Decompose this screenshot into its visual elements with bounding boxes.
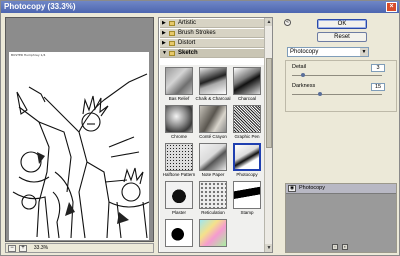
thumb-label: Conté Crayon	[199, 134, 227, 139]
expand-arrow-icon: ▶	[162, 20, 166, 26]
folder-distort[interactable]: ▶ Distort	[160, 39, 264, 48]
folder-label: Artistic	[178, 20, 196, 26]
thumb-graphic-pen[interactable]: Graphic Pen	[232, 105, 262, 141]
graphic-pen-icon	[233, 105, 261, 133]
collapse-arrow-icon: ▼	[162, 50, 167, 56]
filter-gallery: ▶ Artistic ▶ Brush Strokes ▶ Distort ▼ S…	[158, 17, 273, 253]
effect-layer-name: Photocopy	[299, 185, 325, 191]
close-icon[interactable]: ×	[386, 2, 397, 12]
settings-pane: « OK Reset Photocopy ▼ Detail 3 Darkness…	[281, 17, 399, 253]
effect-layers-panel: ◉ Photocopy ▫ ▪	[285, 183, 397, 253]
stamp-icon	[233, 181, 261, 209]
bas-relief-icon	[165, 67, 193, 95]
folder-artistic[interactable]: ▶ Artistic	[160, 19, 264, 28]
darkness-slider-thumb[interactable]	[317, 92, 322, 96]
thumb-halftone-pattern[interactable]: Halftone Pattern	[163, 143, 195, 179]
chevron-down-icon: ▼	[360, 48, 368, 56]
collapse-gallery-icon[interactable]: «	[284, 19, 291, 26]
folder-icon	[169, 41, 175, 46]
darkness-value[interactable]: 15	[371, 83, 385, 91]
filter-gallery-window: Photocopy (33.3%) × BUSTER Humphrey 1/4	[0, 0, 400, 256]
thumb-label: Reticulation	[201, 210, 225, 215]
thumb-conte-crayon[interactable]: Conté Crayon	[198, 105, 228, 141]
thumb-chrome[interactable]: Chrome	[164, 105, 194, 141]
torn-edges-icon	[165, 219, 193, 247]
water-paper-icon	[199, 219, 227, 247]
preview-pane[interactable]: BUSTER Humphrey 1/4	[5, 17, 154, 242]
thumb-stamp[interactable]: Stamp	[232, 181, 262, 217]
window-title: Photocopy (33.3%)	[4, 2, 76, 11]
thumb-label: Graphic Pen	[234, 134, 260, 139]
detail-label: Detail	[292, 64, 307, 70]
thumb-label: Halftone Pattern	[162, 172, 196, 177]
reticulation-icon	[199, 181, 227, 209]
new-effect-layer-icon[interactable]: ▫	[332, 244, 338, 250]
thumb-reticulation[interactable]: Reticulation	[198, 181, 228, 217]
folder-icon	[169, 31, 175, 36]
thumb-label: Bas Relief	[168, 96, 190, 101]
zoom-level[interactable]: 33.3%	[30, 245, 52, 252]
chalk-charcoal-icon	[199, 67, 227, 95]
halftone-pattern-icon	[165, 143, 193, 171]
chrome-icon	[165, 105, 193, 133]
thumb-water-paper[interactable]	[198, 219, 228, 252]
folder-icon	[169, 21, 175, 26]
effect-layer-row[interactable]: ◉ Photocopy	[286, 184, 396, 194]
thumb-plaster[interactable]: Plaster	[164, 181, 194, 217]
thumb-label: Plaster	[171, 210, 186, 215]
thumb-label: Chrome	[170, 134, 187, 139]
thumb-label: Chalk & Charcoal	[195, 96, 231, 101]
filter-select-value: Photocopy	[290, 49, 319, 55]
folder-open-icon	[169, 51, 175, 56]
note-paper-icon	[199, 143, 227, 171]
zoom-in-button[interactable]: +	[19, 245, 27, 252]
filter-parameters: Detail 3 Darkness 15	[285, 60, 397, 112]
charcoal-icon	[233, 67, 261, 95]
scroll-down-icon[interactable]: ▼	[265, 244, 272, 252]
gallery-scrollbar[interactable]: ▲ ▼	[264, 18, 272, 252]
title-bar: Photocopy (33.3%) ×	[1, 1, 399, 13]
detail-value[interactable]: 3	[371, 64, 385, 72]
zoom-out-button[interactable]: −	[8, 245, 16, 252]
zoom-bar: − + 33.3%	[5, 243, 154, 253]
detail-slider[interactable]	[292, 73, 382, 77]
thumb-note-paper[interactable]: Note Paper	[198, 143, 228, 179]
reset-button[interactable]: Reset	[317, 32, 367, 42]
folder-brush-strokes[interactable]: ▶ Brush Strokes	[160, 29, 264, 38]
scroll-thumb[interactable]	[266, 58, 272, 148]
image-caption: BUSTER Humphrey 1/4	[11, 53, 46, 57]
thumbnail-grid: Bas Relief Chalk & Charcoal Charcoal Chr…	[160, 65, 264, 252]
scroll-up-icon[interactable]: ▲	[265, 18, 272, 26]
plaster-icon	[165, 181, 193, 209]
expand-arrow-icon: ▶	[162, 30, 166, 36]
folder-sketch[interactable]: ▼ Sketch	[160, 49, 264, 58]
darkness-slider[interactable]	[292, 92, 382, 96]
thumb-photocopy[interactable]: Photocopy	[232, 143, 262, 179]
photocopy-icon	[233, 143, 261, 171]
expand-arrow-icon: ▶	[162, 40, 166, 46]
thumb-label: Photocopy	[236, 172, 258, 177]
darkness-label: Darkness	[292, 83, 316, 89]
thumb-chalk-charcoal[interactable]: Chalk & Charcoal	[195, 67, 231, 103]
photocopy-illustration	[12, 73, 149, 239]
folder-label: Distort	[178, 40, 196, 46]
thumb-label: Stamp	[240, 210, 254, 215]
folder-label: Sketch	[178, 50, 198, 56]
thumb-label: Note Paper	[201, 172, 225, 177]
thumb-bas-relief[interactable]: Bas Relief	[164, 67, 194, 103]
folder-label: Brush Strokes	[178, 30, 216, 36]
filter-select[interactable]: Photocopy ▼	[287, 47, 369, 57]
conte-crayon-icon	[199, 105, 227, 133]
ok-button[interactable]: OK	[317, 19, 367, 29]
preview-image: BUSTER Humphrey 1/4	[9, 52, 149, 240]
thumb-label: Charcoal	[237, 96, 256, 101]
thumb-charcoal[interactable]: Charcoal	[232, 67, 262, 103]
eye-icon[interactable]: ◉	[288, 185, 296, 192]
detail-slider-thumb[interactable]	[300, 73, 305, 77]
thumb-torn-edges[interactable]	[164, 219, 194, 252]
delete-effect-layer-icon[interactable]: ▪	[342, 244, 348, 250]
